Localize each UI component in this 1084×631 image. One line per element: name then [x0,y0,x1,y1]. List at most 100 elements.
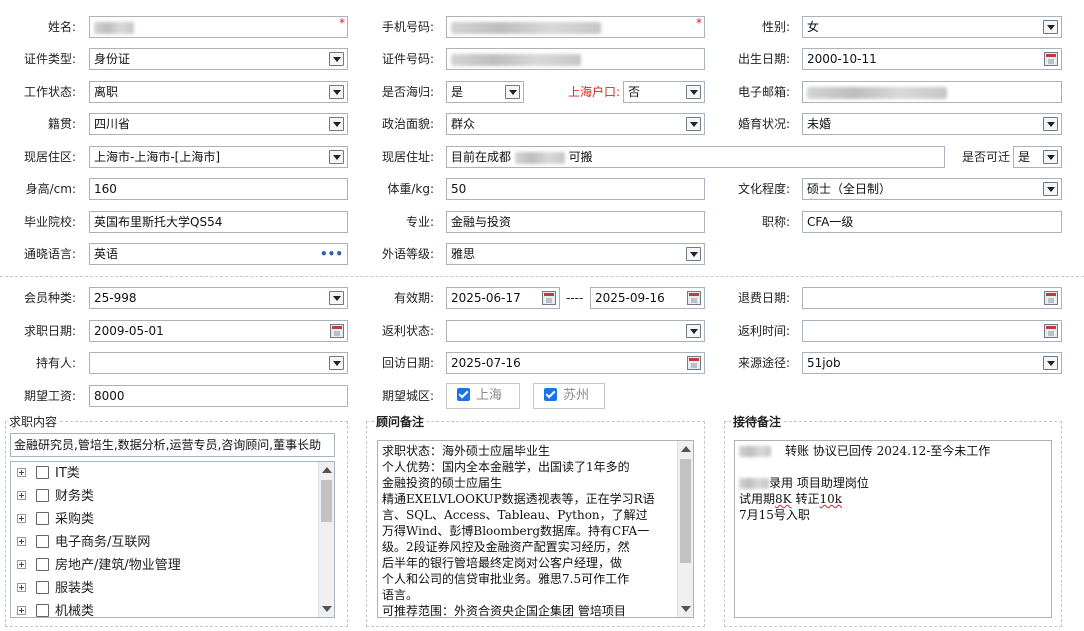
checkbox-icon[interactable] [36,466,49,479]
chevron-down-icon[interactable] [505,85,520,99]
foreign-level-select[interactable]: 雅思 [446,243,705,265]
checkbox-icon[interactable] [36,489,49,502]
chevron-down-icon[interactable] [1043,150,1058,164]
expand-icon[interactable] [17,468,26,477]
marital-select[interactable]: 未婚 [802,113,1062,135]
work-status-select[interactable]: 离职 [89,81,348,103]
chevron-down-icon[interactable] [1043,117,1058,131]
job-date-input[interactable]: 2009-05-01 [89,320,348,342]
gender-select[interactable]: 女 [802,16,1062,38]
id-type-select[interactable]: 身份证 [89,48,348,70]
region-select[interactable]: 上海市-上海市-[上海市] [89,146,348,168]
chevron-down-icon[interactable] [329,117,344,131]
checkbox-icon[interactable] [36,558,49,571]
refund-date-input[interactable] [802,287,1062,309]
tree-item[interactable]: 财务类 [17,487,94,507]
expand-icon[interactable] [17,491,26,500]
address-input[interactable]: 目前在成都 可搬 [446,146,945,168]
tree-item[interactable]: 机械类 [17,602,94,617]
expand-icon[interactable] [17,560,26,569]
valid-from-input[interactable]: 2025-06-17 [446,287,560,309]
chevron-down-icon[interactable] [329,85,344,99]
checkbox-icon[interactable] [36,512,49,525]
checkbox-icon[interactable] [36,535,49,548]
id-number-input[interactable] [446,48,705,70]
chevron-down-icon[interactable] [329,52,344,66]
name-redacted [94,21,134,34]
tree-item[interactable]: IT类 [17,464,80,484]
note-text: 转正 [791,492,820,506]
valid-to-input[interactable]: 2025-09-16 [590,287,705,309]
political-select[interactable]: 群众 [446,113,705,135]
chevron-down-icon[interactable] [1043,20,1058,34]
expand-icon[interactable] [17,537,26,546]
tree-item[interactable]: 服装类 [17,579,94,599]
source-select[interactable]: 51job [802,352,1062,374]
scroll-up-icon[interactable] [322,467,332,473]
scroll-thumb[interactable] [680,459,691,563]
tree-item[interactable]: 房地产/建筑/物业管理 [17,556,181,576]
birth-date-input[interactable]: 2000-10-11 [802,48,1062,70]
scroll-down-icon[interactable] [322,606,332,612]
calendar-icon[interactable] [687,291,701,305]
chevron-down-icon[interactable] [686,85,701,99]
chevron-down-icon[interactable] [1043,356,1058,370]
salary-input[interactable]: 8000 [89,385,348,407]
rebate-time-input[interactable] [802,320,1062,342]
expand-icon[interactable] [17,606,26,615]
rebate-status-label: 返利状态: [381,324,434,338]
tree-item[interactable]: 电子商务/互联网 [17,533,150,553]
email-input[interactable] [802,81,1062,103]
hukou-select[interactable]: 否 [623,81,705,103]
expand-icon[interactable] [17,583,26,592]
tree-scrollbar[interactable] [318,462,334,617]
calendar-icon[interactable] [1044,324,1058,338]
job-summary-input[interactable]: 金融研究员,管培生,数据分析,运营专员,咨询顾问,董事长助 [10,433,335,457]
rebate-status-select[interactable] [446,320,705,342]
scroll-thumb[interactable] [321,480,332,522]
relocate-select[interactable]: 是 [1013,146,1062,168]
calendar-icon[interactable] [542,291,556,305]
checkbox-checked-icon[interactable] [544,388,557,401]
expand-icon[interactable] [17,514,26,523]
city-shanghai-checkbox[interactable]: 上海 [446,383,520,409]
calendar-icon[interactable] [1044,291,1058,305]
consultant-notes-textarea[interactable]: 求职状态：海外硕士应届毕业生 个人优势：国内全本金融学，出国读了1年多的 金融投… [377,440,694,618]
chevron-down-icon[interactable] [1043,182,1058,196]
checkbox-icon[interactable] [36,581,49,594]
more-icon[interactable]: ••• [320,248,343,260]
job-title-input[interactable]: CFA一级 [802,211,1062,233]
id-number-label: 证件号码: [381,52,434,66]
name-input[interactable]: * [89,16,348,38]
calendar-icon[interactable] [330,324,344,338]
weight-input[interactable]: 50 [446,178,705,200]
holder-select[interactable] [89,352,348,374]
overseas-select[interactable]: 是 [446,81,524,103]
native-place-select[interactable]: 四川省 [89,113,348,135]
political-value: 群众 [451,117,476,131]
scroll-down-icon[interactable] [681,606,691,612]
scroll-up-icon[interactable] [681,446,691,452]
checkbox-checked-icon[interactable] [457,388,470,401]
major-input[interactable]: 金融与投资 [446,211,705,233]
reception-notes-textarea[interactable]: 转账 协议已回传 2024.12-至今未工作 录用 项目助理岗位 试用期8K 转… [734,440,1052,618]
school-input[interactable]: 英国布里斯托大学QS54 [89,211,348,233]
chevron-down-icon[interactable] [329,356,344,370]
phone-input[interactable]: * [446,16,705,38]
chevron-down-icon[interactable] [686,117,701,131]
calendar-icon[interactable] [1044,52,1058,66]
language-input[interactable]: 英语 ••• [89,243,348,265]
checkbox-icon[interactable] [36,604,49,617]
calendar-icon[interactable] [687,356,701,370]
member-type-select[interactable]: 25-998 [89,287,348,309]
chevron-down-icon[interactable] [329,291,344,305]
education-select[interactable]: 硕士（全日制） [802,178,1062,200]
chevron-down-icon[interactable] [686,324,701,338]
chevron-down-icon[interactable] [329,150,344,164]
chevron-down-icon[interactable] [686,247,701,261]
tree-item[interactable]: 采购类 [17,510,94,530]
city-suzhou-checkbox[interactable]: 苏州 [533,383,605,409]
notes-scrollbar[interactable] [677,441,693,617]
height-input[interactable]: 160 [89,178,348,200]
visit-date-input[interactable]: 2025-07-16 [446,352,705,374]
